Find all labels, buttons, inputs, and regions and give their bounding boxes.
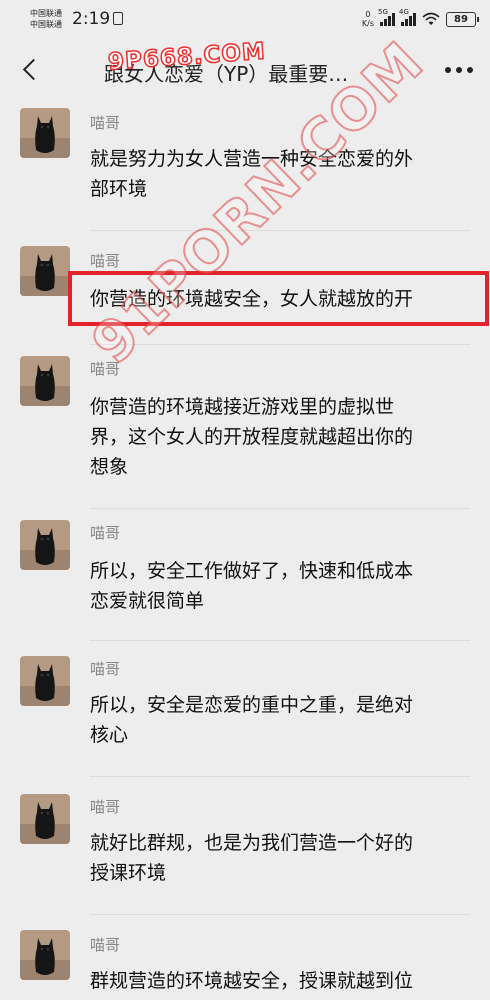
divider — [90, 914, 470, 915]
avatar[interactable] — [20, 930, 70, 980]
sender-name: 喵哥 — [90, 936, 121, 954]
cat-avatar-image — [20, 356, 70, 406]
net-speed-value: 0 — [365, 10, 371, 19]
avatar[interactable] — [20, 656, 70, 706]
carrier-info: 中国联通 中国联通 — [30, 8, 62, 30]
battery-level: 89 — [454, 13, 468, 25]
cat-avatar-image — [20, 930, 70, 980]
clock: 2:19 — [72, 9, 111, 29]
signal-5g-icon: 5G — [378, 8, 395, 26]
sender-name: 喵哥 — [90, 660, 121, 678]
message-text: 群规营造的环境越安全，授课就越到位 — [90, 970, 414, 992]
message-text: 所以，安全工作做好了，快速和低成本 恋爱就很简单 — [90, 560, 414, 612]
signal-5g-label: 5G — [378, 8, 388, 16]
divider — [90, 230, 470, 231]
cat-avatar-image — [20, 794, 70, 844]
sender-name: 喵哥 — [90, 252, 121, 270]
divider — [90, 640, 470, 641]
divider — [90, 508, 470, 509]
system-indicators: 0 K/s 5G 4G 89 — [362, 8, 479, 30]
divider — [90, 776, 470, 777]
wifi-icon — [422, 12, 440, 25]
signal-4g-label: 4G — [399, 8, 409, 16]
avatar[interactable] — [20, 108, 70, 158]
avatar[interactable] — [20, 246, 70, 296]
sender-name: 喵哥 — [90, 798, 121, 816]
back-arrow-icon[interactable] — [20, 59, 42, 81]
more-options-icon[interactable] — [442, 62, 476, 78]
carrier-1: 中国联通 — [30, 9, 62, 18]
cat-avatar-image — [20, 246, 70, 296]
sender-name: 喵哥 — [90, 524, 121, 542]
cat-avatar-image — [20, 656, 70, 706]
signal-4g-icon: 4G — [399, 8, 416, 26]
cat-avatar-image — [20, 520, 70, 570]
status-bar: 中国联通 中国联通 2:19 0 K/s 5G 4G 89 — [0, 0, 490, 40]
net-speed-unit: K/s — [361, 19, 374, 28]
avatar[interactable] — [20, 794, 70, 844]
message-text: 所以，安全是恋爱的重中之重，是绝对 核心 — [90, 694, 414, 746]
message-text: 你营造的环境越接近游戏里的虚拟世 界，这个女人的开放程度就越超出你的 想象 — [90, 396, 414, 478]
battery-icon: 89 — [446, 11, 479, 27]
vibrate-icon — [113, 12, 123, 25]
avatar[interactable] — [20, 356, 70, 406]
message-text: 就好比群规，也是为我们营造一个好的 授课环境 — [90, 832, 414, 884]
net-speed: 0 K/s — [362, 10, 374, 28]
sender-name: 喵哥 — [90, 114, 121, 132]
avatar[interactable] — [20, 520, 70, 570]
cat-avatar-image — [20, 108, 70, 158]
carrier-2: 中国联通 — [30, 20, 62, 29]
